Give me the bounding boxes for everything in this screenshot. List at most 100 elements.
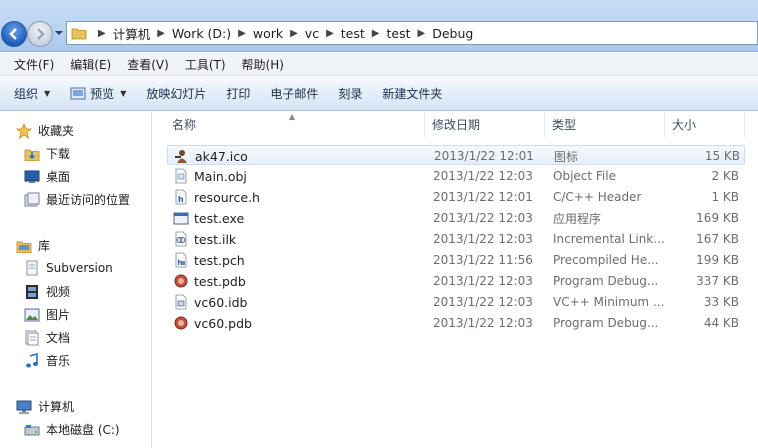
breadcrumb-item[interactable]: Work (D:): [172, 26, 231, 41]
sidebar-item-label: 音乐: [46, 354, 71, 368]
star-icon: [16, 122, 32, 139]
sidebar-item-subversion[interactable]: Subversion: [24, 260, 113, 276]
file-modified: 2013/1/22 12:03: [433, 274, 533, 288]
header-file-icon: h: [175, 189, 187, 205]
address-box[interactable]: ▶ 计算机 ▶ Work (D:) ▶ work ▶ vc ▶ test ▶ test ▶ Debug: [66, 21, 758, 45]
sidebar-group-libraries[interactable]: 库: [16, 237, 50, 254]
crumb-separator[interactable]: ▶: [372, 28, 380, 39]
column-header-label: 大小: [672, 118, 697, 132]
file-row[interactable]: h test.pch 2013/1/22 11:56 Precompiled He..…: [167, 250, 745, 270]
file-name-cell[interactable]: test.exe: [173, 208, 423, 228]
history-dropdown-icon[interactable]: [54, 28, 64, 38]
file-size: 2 KB: [711, 169, 739, 183]
sidebar-group-label: 库: [38, 239, 51, 253]
breadcrumb-item[interactable]: 计算机: [113, 24, 151, 43]
file-size: 33 KB: [703, 295, 739, 309]
crumb-separator[interactable]: ▶: [290, 28, 298, 39]
email-button[interactable]: 电子邮件: [260, 77, 328, 110]
file-size: 337 KB: [696, 274, 739, 288]
crumb-separator[interactable]: ▶: [326, 28, 334, 39]
breadcrumb-item[interactable]: vc: [305, 26, 319, 41]
picture-icon: [24, 308, 40, 321]
sort-ascending-icon: ▲: [289, 112, 296, 121]
file-row[interactable]: ak47.ico 2013/1/22 12:01 图标 15 KB: [167, 145, 745, 165]
sidebar-group-computer[interactable]: 计算机: [16, 398, 74, 415]
idb-file-icon: [175, 294, 187, 310]
file-name-cell[interactable]: h test.pch: [173, 250, 423, 270]
file-name: test.pdb: [194, 273, 246, 289]
breadcrumb-item[interactable]: test: [341, 26, 365, 41]
breadcrumb-item[interactable]: test: [387, 26, 411, 41]
breadcrumb-item[interactable]: Debug: [432, 26, 473, 41]
sidebar-item-label: 最近访问的位置: [46, 193, 131, 207]
file-name-cell[interactable]: h resource.h: [173, 187, 423, 207]
sidebar-item-local-disk-c[interactable]: 本地磁盘 (C:): [24, 421, 120, 438]
file-size: 15 KB: [704, 149, 740, 163]
menu-tools[interactable]: 工具(T): [177, 56, 234, 73]
crumb-separator[interactable]: ▶: [418, 28, 426, 39]
breadcrumb: 计算机 ▶ Work (D:) ▶ work ▶ vc ▶ test ▶ test ▶ Debug: [113, 24, 474, 43]
file-name: vc60.pdb: [194, 315, 252, 331]
menu-help[interactable]: 帮助(H): [234, 56, 292, 73]
sidebar-item-desktop[interactable]: 桌面: [24, 168, 70, 185]
pch-file-icon: h: [175, 252, 187, 268]
arrow-left-icon: [9, 28, 17, 40]
back-button[interactable]: [1, 21, 27, 47]
file-name: test.pch: [194, 252, 245, 268]
pdb-file-icon: [174, 274, 188, 288]
file-name-cell[interactable]: ak47.ico: [174, 146, 424, 166]
file-name-cell[interactable]: test.ilk: [173, 229, 423, 249]
sidebar-item-label: 下载: [46, 147, 71, 161]
menu-file[interactable]: 文件(F): [6, 56, 62, 73]
file-row[interactable]: test.ilk 2013/1/22 12:03 Incremental Link.…: [167, 229, 745, 249]
music-note-icon: [26, 352, 38, 367]
file-row[interactable]: Main.obj 2013/1/22 12:03 Object File 2 KB: [167, 166, 745, 186]
slideshow-button[interactable]: 放映幻灯片: [136, 77, 216, 110]
file-row[interactable]: test.exe 2013/1/22 12:03 应用程序 169 KB: [167, 208, 745, 228]
sidebar-item-pictures[interactable]: 图片: [24, 306, 70, 323]
file-row[interactable]: test.pdb 2013/1/22 12:03 Program Debug... 3…: [167, 271, 745, 291]
file-type: Program Debug...: [553, 316, 659, 330]
crumb-separator[interactable]: ▶: [238, 28, 246, 39]
column-header-label: 类型: [552, 118, 577, 132]
file-name-cell[interactable]: test.pdb: [173, 271, 423, 291]
sidebar-item-music[interactable]: 音乐: [24, 352, 70, 369]
preview-button[interactable]: 预览 ▼: [60, 77, 136, 110]
menu-view[interactable]: 查看(V): [119, 56, 177, 73]
ico-icon: [175, 150, 187, 163]
sidebar-item-documents[interactable]: 文档: [24, 329, 70, 346]
file-row[interactable]: vc60.idb 2013/1/22 12:03 VC++ Minimum ... 3…: [167, 292, 745, 312]
sidebar-item-label: 本地磁盘 (C:): [46, 423, 120, 437]
file-name-cell[interactable]: vc60.pdb: [173, 313, 423, 333]
crumb-separator[interactable]: ▶: [98, 28, 106, 39]
breadcrumb-item[interactable]: work: [253, 26, 283, 41]
column-header-type[interactable]: 类型: [545, 112, 665, 137]
forward-button[interactable]: [27, 21, 53, 47]
burn-button[interactable]: 刻录: [328, 77, 372, 110]
menu-edit[interactable]: 编辑(E): [62, 56, 119, 73]
file-modified: 2013/1/22 12:03: [433, 295, 533, 309]
sidebar-item-label: 文档: [46, 331, 71, 345]
sidebar-group-favorites[interactable]: 收藏夹: [16, 122, 74, 139]
documents-icon: [25, 330, 39, 345]
organize-label: 组织: [14, 87, 39, 101]
file-name-cell[interactable]: Main.obj: [173, 166, 423, 186]
file-row[interactable]: vc60.pdb 2013/1/22 12:03 Program Debug... 4…: [167, 313, 745, 333]
file-type: Precompiled He...: [553, 253, 659, 267]
sidebar-item-recent-places[interactable]: 最近访问的位置: [24, 191, 130, 208]
file-name-cell[interactable]: vc60.idb: [173, 292, 423, 312]
print-button[interactable]: 打印: [216, 77, 260, 110]
crumb-separator[interactable]: ▶: [157, 28, 165, 39]
film-icon: [26, 284, 38, 299]
file-type: Program Debug...: [553, 274, 659, 288]
file-modified: 2013/1/22 11:56: [433, 253, 533, 267]
column-header-size[interactable]: 大小: [665, 112, 745, 137]
sidebar-item-downloads[interactable]: 下载: [24, 145, 70, 162]
new-folder-button[interactable]: 新建文件夹: [372, 77, 452, 110]
column-header-modified[interactable]: 修改日期: [425, 112, 545, 137]
column-header-label: 修改日期: [432, 118, 481, 132]
sidebar-item-videos[interactable]: 视频: [24, 283, 70, 300]
svg-text:h: h: [178, 259, 183, 267]
file-row[interactable]: h resource.h 2013/1/22 12:01 C/C++ Header 1 …: [167, 187, 745, 207]
organize-button[interactable]: 组织 ▼: [4, 77, 60, 110]
